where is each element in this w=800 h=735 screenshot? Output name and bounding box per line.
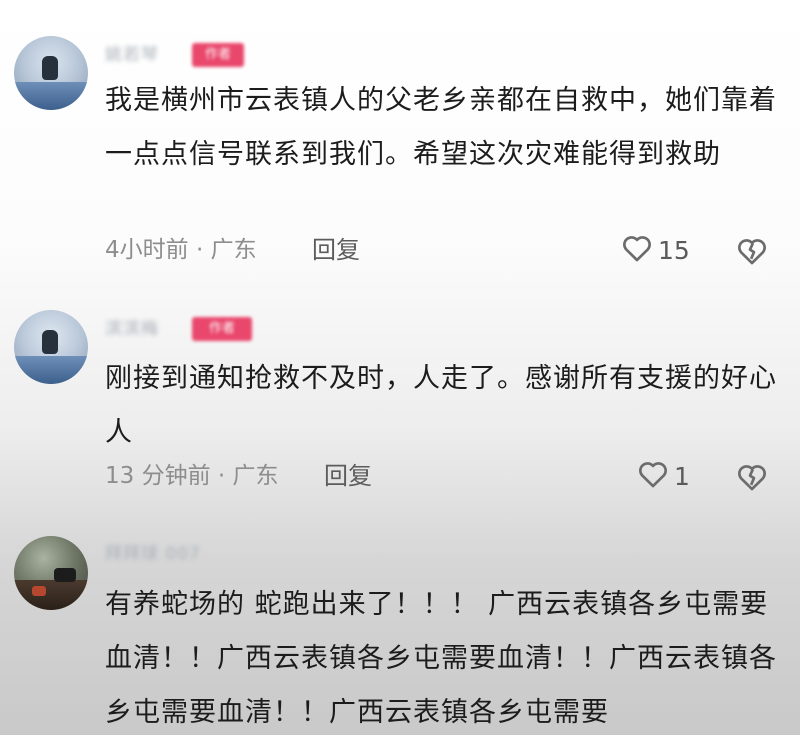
avatar[interactable] (14, 310, 88, 384)
comment-text: 刚接到通知抢救不及时，人走了。感谢所有支援的好心人 (105, 363, 777, 448)
like-count: 1 (674, 461, 690, 491)
heart-outline-icon (620, 231, 654, 269)
like-count: 15 (658, 235, 690, 265)
broken-heart-icon (735, 239, 769, 272)
like-button[interactable]: 15 (620, 230, 690, 270)
avatar[interactable] (14, 536, 88, 610)
username[interactable]: 姚若琴 (105, 42, 159, 68)
comment-meta: 13 分钟前 · 广东 (105, 463, 279, 489)
comment-meta: 4小时前 · 广东 (105, 237, 257, 263)
dislike-button[interactable] (735, 234, 769, 268)
reply-button[interactable]: 回复 (312, 232, 360, 268)
username[interactable]: 拜拜球 007 (105, 541, 201, 567)
dislike-button[interactable] (735, 460, 769, 494)
author-badge: 作者 (192, 43, 244, 67)
broken-heart-icon (735, 465, 769, 498)
reply-button[interactable]: 回复 (324, 458, 372, 494)
username[interactable]: 滨滨梅 (105, 316, 159, 342)
avatar[interactable] (14, 36, 88, 110)
like-button[interactable]: 1 (636, 456, 690, 496)
comment-text: 我是横州市云表镇人的父老乡亲都在自救中，她们靠着一点点信号联系到我们。希望这次灾… (105, 85, 777, 170)
heart-outline-icon (636, 457, 670, 495)
author-badge: 作者 (192, 317, 252, 341)
comment-text: 有养蛇场的 蛇跑出来了！！！ 广西云表镇各乡屯需要血清！！广西云表镇各乡屯需要血… (105, 589, 777, 728)
